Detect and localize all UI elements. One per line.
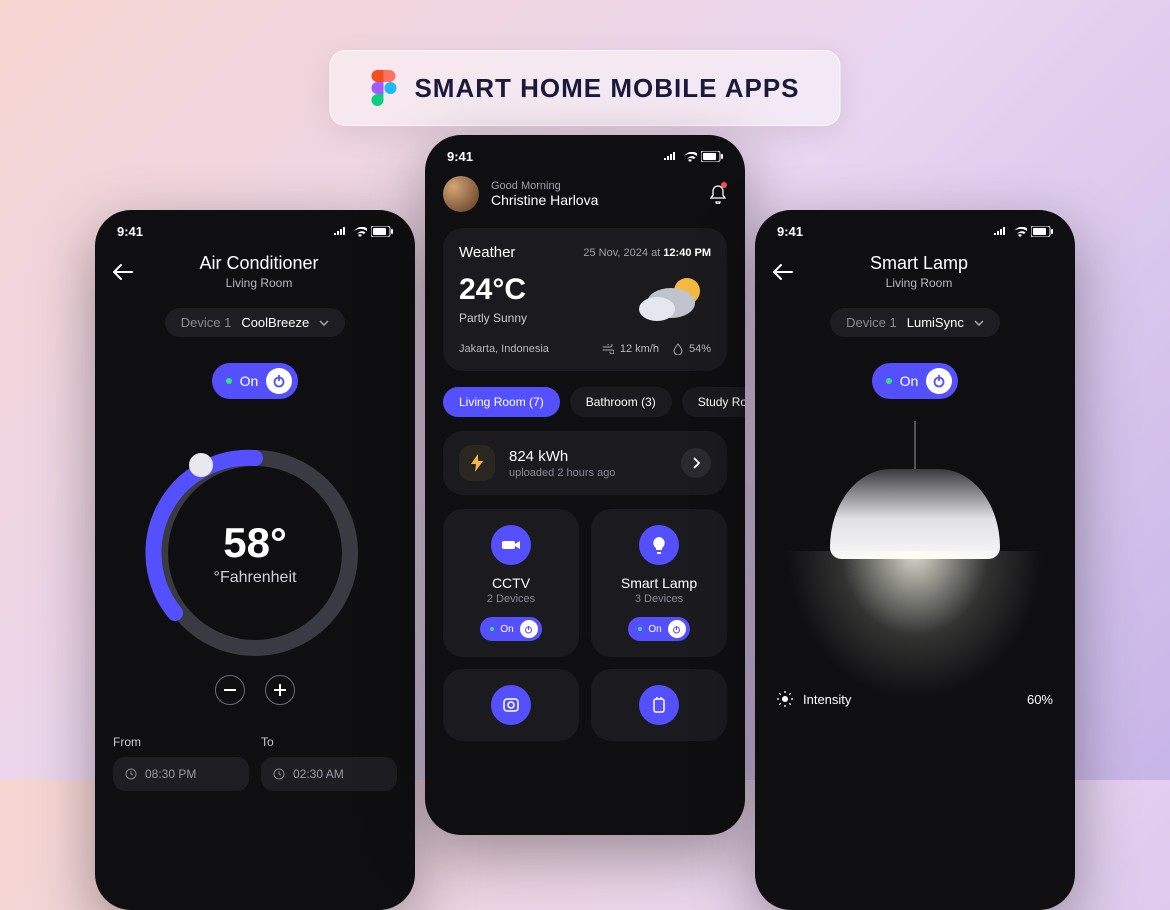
clock-icon — [273, 768, 285, 780]
phone-smart-lamp: 9:41 Smart Lamp Living Room Device 1 Lum… — [755, 210, 1075, 910]
weather-title: Weather — [459, 244, 515, 261]
notification-badge — [721, 182, 727, 188]
status-bar: 9:41 — [425, 135, 745, 170]
status-dot — [226, 378, 232, 384]
device-label: Device 1 — [846, 315, 897, 330]
energy-value: 824 kWh — [509, 448, 667, 465]
header-badge: SMART HOME MOBILE APPS — [329, 50, 840, 126]
lamp-illustration — [755, 421, 1075, 681]
weather-card[interactable]: Weather 25 Nov, 2024 at 12:40 PM 24°C Pa… — [443, 228, 727, 371]
chevron-down-icon — [319, 320, 329, 326]
temperature-dial[interactable]: 58° °Fahrenheit — [145, 443, 365, 663]
room-tab-study[interactable]: Study Ro — [682, 387, 745, 417]
increase-button[interactable] — [265, 675, 295, 705]
device-count: 2 Devices — [487, 593, 535, 605]
device-name: CCTV — [492, 575, 530, 591]
device-toggle[interactable]: On — [480, 617, 541, 641]
status-bar: 9:41 — [95, 210, 415, 245]
device-label: Device 1 — [181, 315, 232, 330]
page-title: Air Conditioner — [145, 253, 373, 274]
power-state: On — [900, 373, 919, 389]
status-time: 9:41 — [447, 149, 473, 164]
weather-date: 25 Nov, 2024 at 12:40 PM — [583, 247, 711, 259]
bolt-icon — [459, 445, 495, 481]
device-card-cctv[interactable]: CCTV 2 Devices On — [443, 509, 579, 657]
temperature-value: 58° — [223, 519, 287, 567]
to-value: 02:30 AM — [293, 767, 344, 781]
figma-icon — [370, 69, 396, 107]
power-icon — [266, 368, 292, 394]
device-toggle[interactable]: On — [628, 617, 689, 641]
energy-card[interactable]: 824 kWh uploaded 2 hours ago — [443, 431, 727, 495]
greeting-small: Good Morning — [491, 180, 598, 192]
chevron-down-icon — [974, 320, 984, 326]
power-toggle[interactable]: On — [872, 363, 959, 399]
clock-icon — [125, 768, 137, 780]
lamp-icon — [639, 525, 679, 565]
room-tabs: Living Room (7) Bathroom (3) Study Ro — [425, 371, 745, 417]
status-icons — [663, 151, 723, 162]
temperature-unit: °Fahrenheit — [214, 569, 297, 587]
to-time-input[interactable]: 02:30 AM — [261, 757, 397, 791]
page-subtitle: Living Room — [805, 276, 1033, 290]
device-count: 3 Devices — [635, 593, 683, 605]
greeting-name: Christine Harlova — [491, 192, 598, 208]
power-state: On — [240, 373, 259, 389]
status-dot — [886, 378, 892, 384]
device-card-extra-2[interactable] — [591, 669, 727, 741]
device-selector[interactable]: Device 1 CoolBreeze — [165, 308, 346, 337]
phone-air-conditioner: 9:41 Air Conditioner Living Room Device … — [95, 210, 415, 910]
avatar[interactable] — [443, 176, 479, 212]
to-label: To — [261, 735, 397, 749]
device-name: Smart Lamp — [621, 575, 697, 591]
wind-stat: 12 km/h — [602, 343, 659, 355]
device-icon — [639, 685, 679, 725]
energy-sub: uploaded 2 hours ago — [509, 467, 667, 479]
from-time-input[interactable]: 08:30 PM — [113, 757, 249, 791]
device-name: LumiSync — [907, 315, 964, 330]
page-subtitle: Living Room — [145, 276, 373, 290]
status-icons — [333, 226, 393, 237]
weather-location: Jakarta, Indonesia — [459, 343, 549, 355]
header-title: SMART HOME MOBILE APPS — [414, 73, 799, 104]
power-toggle[interactable]: On — [212, 363, 299, 399]
from-value: 08:30 PM — [145, 767, 196, 781]
status-icons — [993, 226, 1053, 237]
chevron-right-icon — [681, 448, 711, 478]
decrease-button[interactable] — [215, 675, 245, 705]
from-label: From — [113, 735, 249, 749]
back-button[interactable] — [113, 264, 133, 280]
cctv-icon — [491, 525, 531, 565]
device-card-smart-lamp[interactable]: Smart Lamp 3 Devices On — [591, 509, 727, 657]
status-time: 9:41 — [117, 224, 143, 239]
status-bar: 9:41 — [755, 210, 1075, 245]
status-time: 9:41 — [777, 224, 803, 239]
weather-condition: Partly Sunny — [459, 311, 527, 325]
device-card-extra-1[interactable] — [443, 669, 579, 741]
back-button[interactable] — [773, 264, 793, 280]
weather-icon — [631, 271, 711, 327]
room-tab-bathroom[interactable]: Bathroom (3) — [570, 387, 672, 417]
page-title: Smart Lamp — [805, 253, 1033, 274]
weather-temp: 24°C — [459, 273, 527, 307]
notifications-button[interactable] — [709, 184, 727, 204]
device-name: CoolBreeze — [241, 315, 309, 330]
device-icon — [491, 685, 531, 725]
device-selector[interactable]: Device 1 LumiSync — [830, 308, 1000, 337]
phone-home: 9:41 Good Morning Christine Harlova Weat… — [425, 135, 745, 835]
room-tab-living-room[interactable]: Living Room (7) — [443, 387, 560, 417]
humidity-stat: 54% — [673, 343, 711, 355]
power-icon — [926, 368, 952, 394]
